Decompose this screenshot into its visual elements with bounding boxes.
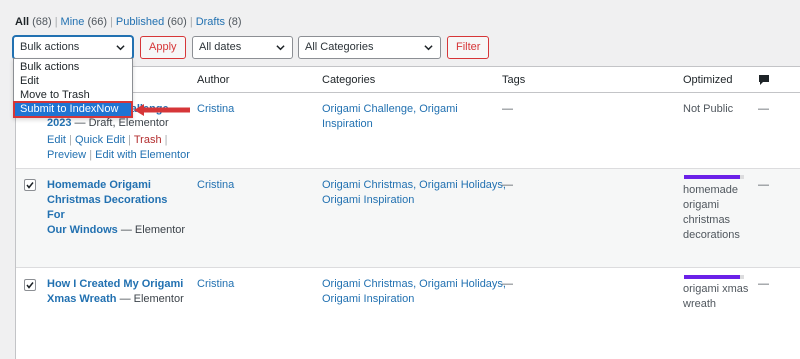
comments-cell: —	[758, 179, 769, 191]
filter-mine[interactable]: Mine (66)	[61, 16, 107, 28]
status-filters: All (68) | Mine (66) | Published (60) | Drafts…	[15, 16, 242, 28]
tags-cell: —	[502, 278, 513, 290]
optimized-cell: Not Public	[683, 103, 734, 115]
post-title-link[interactable]: 2023	[47, 117, 71, 129]
post-title-link[interactable]: Xmas Wreath	[47, 293, 117, 305]
trash-link[interactable]: Trash	[134, 134, 162, 146]
separator: |	[164, 134, 168, 146]
checkmark-icon	[26, 182, 34, 189]
filter-all[interactable]: All (68)	[15, 16, 52, 28]
edit-elementor-link[interactable]: Edit with Elementor	[95, 149, 190, 161]
separator: |	[54, 16, 58, 28]
post-state: — Elementor	[119, 293, 184, 305]
row-checkbox[interactable]	[24, 179, 36, 191]
category-link[interactable]: Origami Challenge, Origami	[322, 103, 458, 115]
optimization-bar	[684, 175, 744, 179]
separator: |	[89, 149, 93, 161]
categories-value: All Categories	[305, 41, 374, 53]
dropdown-option-edit[interactable]: Edit	[14, 74, 132, 88]
chevron-down-icon	[276, 45, 285, 51]
author-link[interactable]: Cristina	[197, 102, 234, 117]
row-checkbox[interactable]	[24, 279, 36, 291]
pointer-arrow-icon	[134, 104, 190, 116]
chevron-down-icon	[424, 45, 433, 51]
separator: |	[128, 134, 132, 146]
dates-value: All dates	[199, 41, 242, 53]
categories-select[interactable]: All Categories	[298, 36, 441, 59]
dates-select[interactable]: All dates	[192, 36, 293, 59]
edit-link[interactable]: Edit	[47, 134, 66, 146]
comments-cell: —	[758, 103, 769, 115]
chevron-down-icon	[116, 45, 125, 51]
separator: |	[110, 16, 113, 28]
filter-drafts[interactable]: Drafts (8)	[196, 16, 242, 28]
comments-cell: —	[758, 278, 769, 290]
optimization-bar	[684, 275, 744, 279]
optimized-cell: origami xmas wreath	[683, 283, 749, 310]
dropdown-option-bulk-actions[interactable]: Bulk actions	[14, 60, 132, 74]
dropdown-option-move-to-trash[interactable]: Move to Trash	[14, 88, 132, 102]
post-title-link[interactable]: Our Windows	[47, 224, 118, 236]
filter-button[interactable]: Filter	[447, 36, 490, 59]
preview-link[interactable]: Preview	[47, 149, 86, 161]
category-link[interactable]: Origami Christmas, Origami Holidays,	[322, 179, 506, 191]
checkmark-icon	[26, 282, 34, 289]
table-row: Homemade Origami Christmas Decorations F…	[16, 169, 800, 267]
optimized-cell: homemade origami christmas decorations	[683, 184, 740, 241]
table-header: Author Categories Tags Optimized	[16, 67, 800, 93]
categories-cell: Origami Challenge, Origami Inspiration	[322, 102, 458, 132]
categories-cell: Origami Christmas, Origami Holidays, Ori…	[322, 178, 506, 208]
category-link[interactable]: Origami Inspiration	[322, 194, 414, 206]
tags-cell: —	[502, 179, 513, 191]
categories-cell: Origami Christmas, Origami Holidays, Ori…	[322, 277, 506, 307]
author-link[interactable]: Cristina	[197, 277, 234, 292]
post-title[interactable]: How I Created My Origami Xmas Wreath — E…	[47, 277, 187, 307]
table-row: How I Created My Origami Xmas Wreath — E…	[16, 268, 800, 359]
separator: |	[69, 134, 72, 146]
tags-cell: —	[502, 103, 513, 115]
post-title[interactable]: Homemade Origami Christmas Decorations F…	[47, 178, 187, 238]
bulk-actions-dropdown: Bulk actions Edit Move to Trash Submit t…	[13, 58, 133, 118]
category-link[interactable]: Origami Christmas, Origami Holidays,	[322, 278, 506, 290]
post-title-line2[interactable]: 2023 — Draft, Elementor	[47, 116, 187, 131]
category-link[interactable]: Origami Inspiration	[322, 293, 414, 305]
post-title-link[interactable]: Christmas Decorations For	[47, 194, 167, 221]
column-categories: Categories	[322, 74, 376, 86]
column-author[interactable]: Author	[197, 74, 229, 86]
post-title-link[interactable]: How I Created My Origami	[47, 278, 183, 290]
dropdown-option-submit-to-indexnow[interactable]: Submit to IndexNow	[14, 102, 132, 116]
quick-edit-link[interactable]: Quick Edit	[75, 134, 125, 146]
category-link[interactable]: Inspiration	[322, 118, 373, 130]
column-optimized[interactable]: Optimized	[683, 74, 733, 86]
bulk-actions-value: Bulk actions	[20, 41, 80, 53]
author-link[interactable]: Cristina	[197, 178, 234, 193]
post-state: — Draft, Elementor	[74, 117, 169, 129]
bulk-actions-select[interactable]: Bulk actions	[13, 36, 133, 59]
row-actions: Edit | Quick Edit | Trash | Preview | Ed…	[47, 133, 197, 163]
apply-button[interactable]: Apply	[140, 36, 186, 59]
separator: |	[189, 16, 193, 28]
filter-published[interactable]: Published (60)	[116, 16, 187, 28]
comment-bubble-icon	[759, 75, 769, 85]
column-tags: Tags	[502, 74, 526, 86]
post-title-link[interactable]: Homemade Origami	[47, 179, 151, 191]
post-state: — Elementor	[120, 224, 186, 236]
